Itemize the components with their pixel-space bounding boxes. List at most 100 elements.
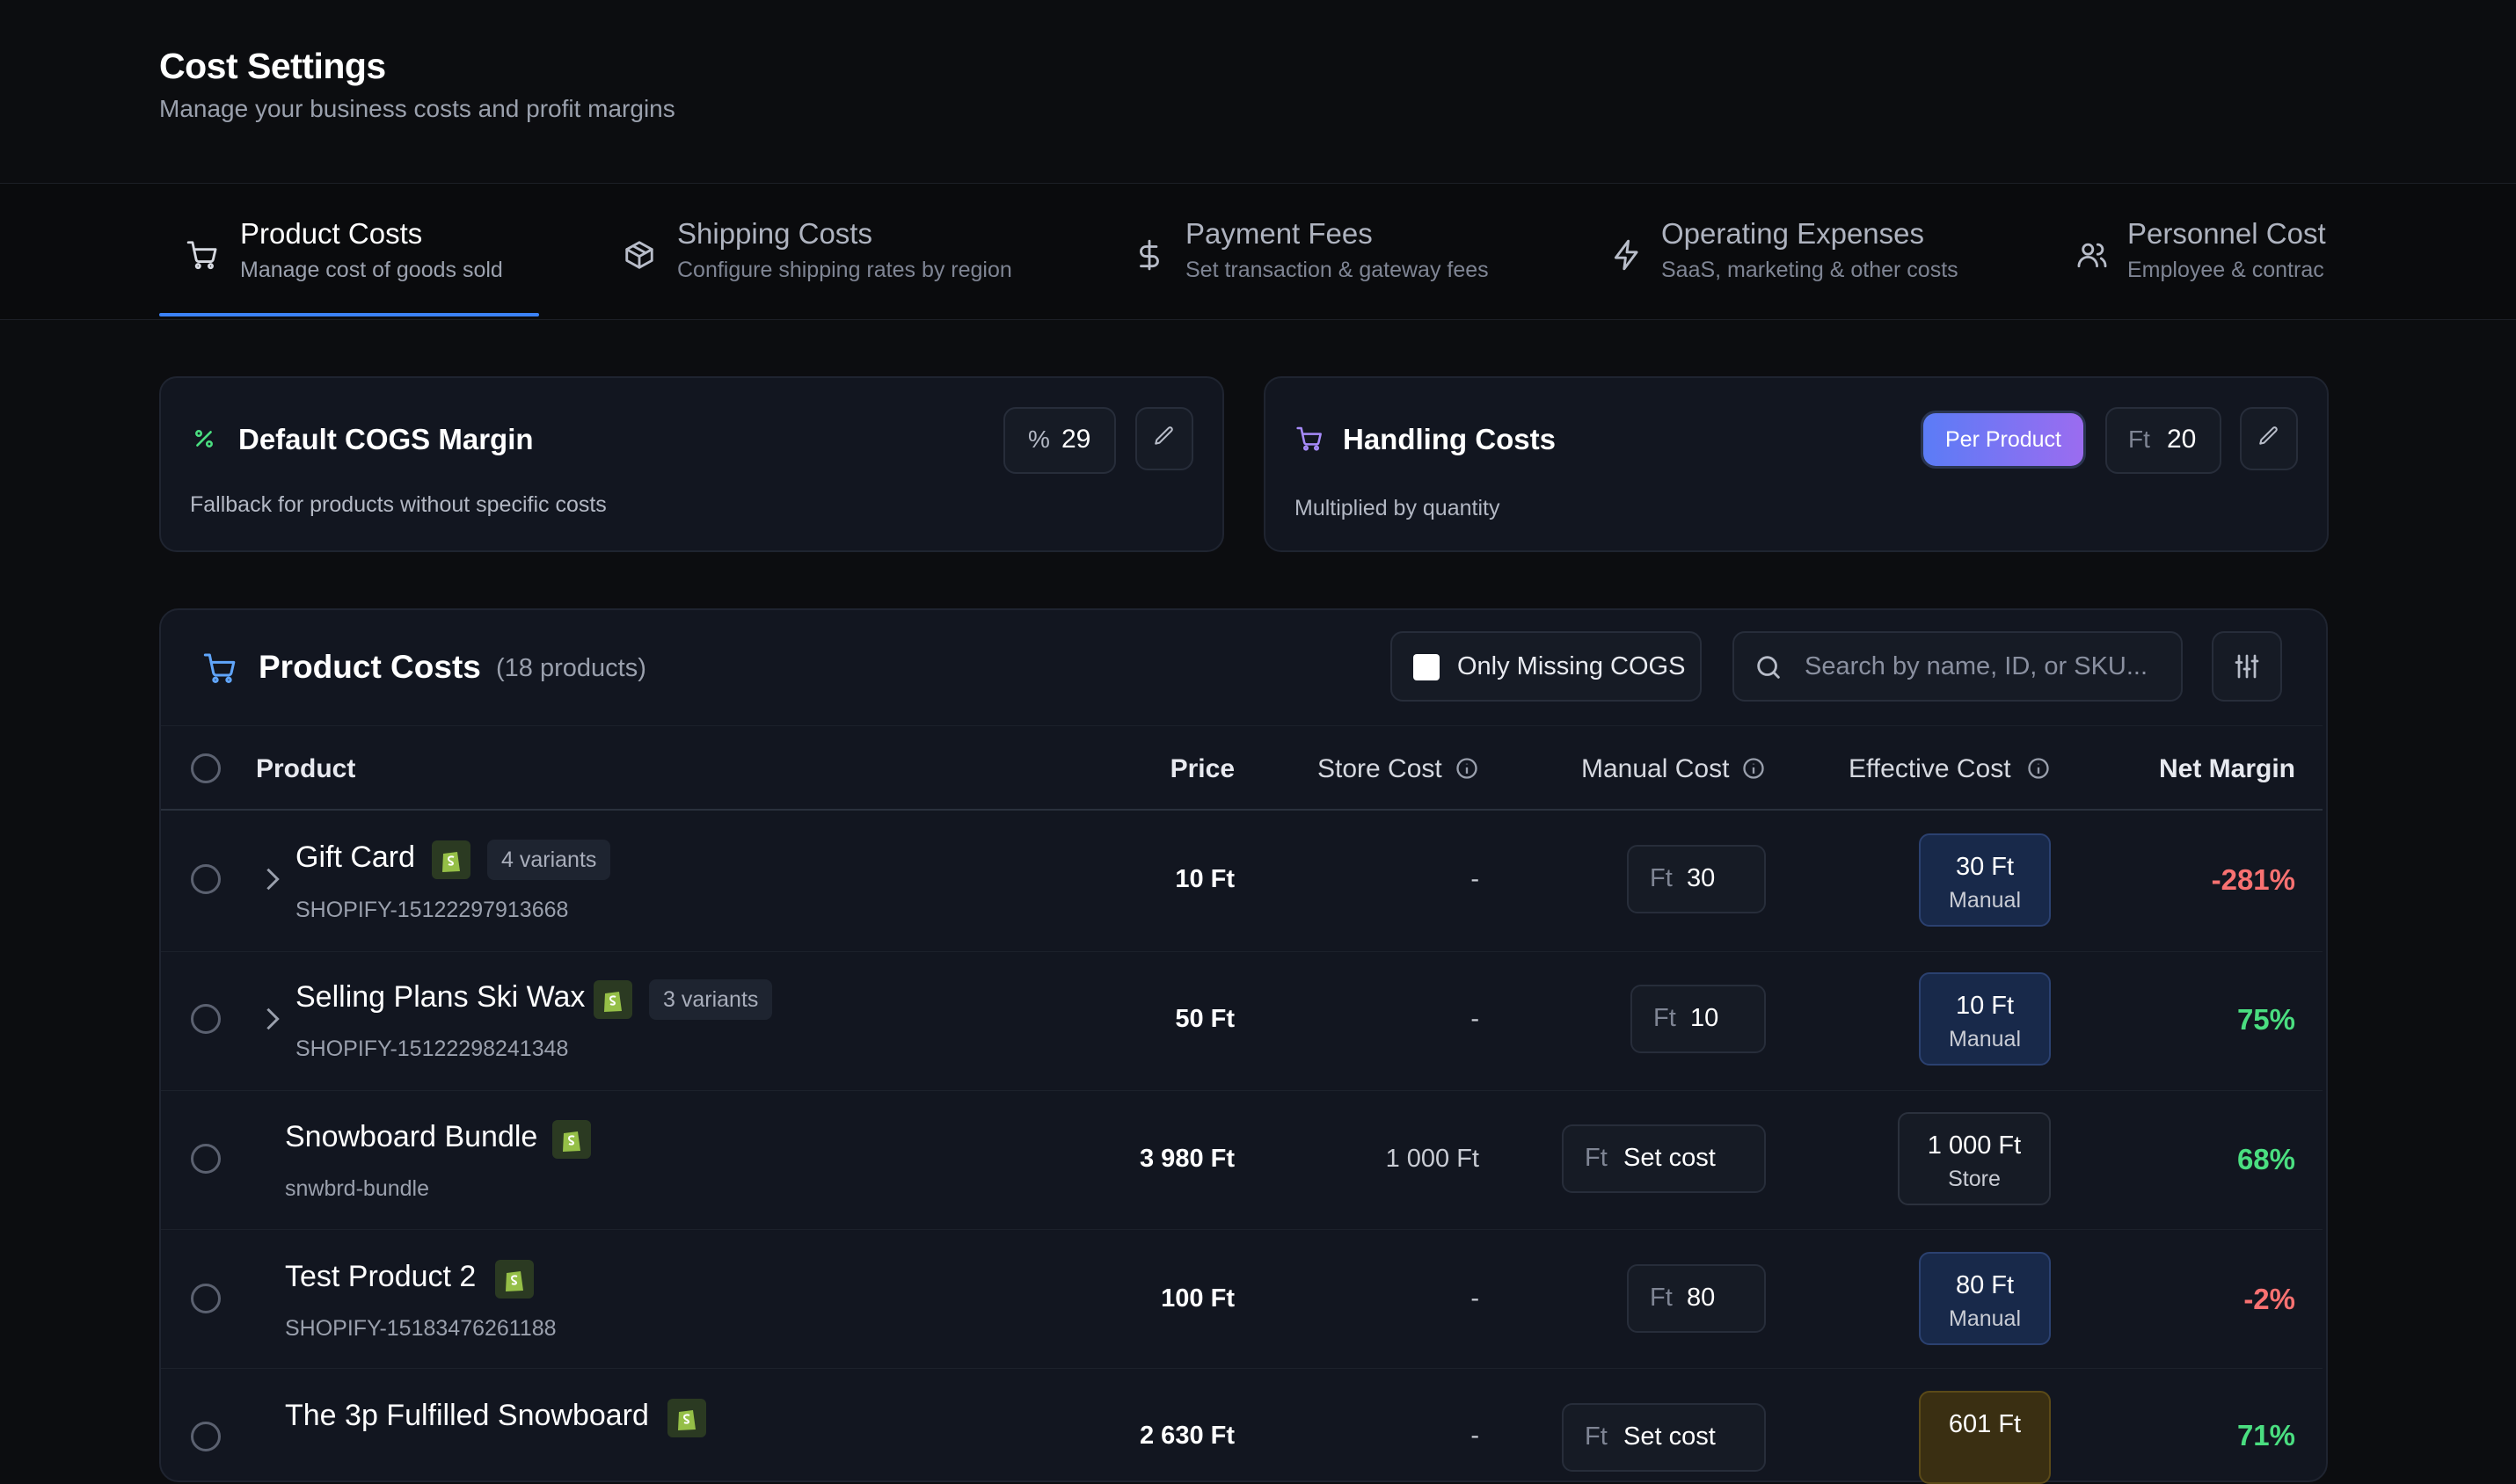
- col-net-margin[interactable]: Net Margin: [2111, 754, 2295, 784]
- shopify-icon: [594, 980, 632, 1019]
- divider: [161, 951, 2323, 952]
- product-sku: snwbrd-bundle: [285, 1176, 429, 1201]
- search-placeholder: Search by name, ID, or SKU...: [1805, 652, 2148, 680]
- effective-cost-source: Store: [1948, 1167, 2001, 1191]
- column-settings-button[interactable]: [2212, 631, 2282, 702]
- row-select-radio[interactable]: [191, 1284, 221, 1313]
- effective-cost-badge: 10 Ft Manual: [1919, 972, 2051, 1066]
- table-title: Product Costs: [259, 649, 481, 685]
- manual-cost-input[interactable]: Ft Set cost: [1562, 1403, 1766, 1472]
- tab-payment-fees[interactable]: Payment Fees Set transaction & gateway f…: [1126, 184, 1513, 319]
- divider: [161, 809, 2323, 811]
- cart-icon: [203, 653, 236, 684]
- product-count: (18 products): [496, 654, 646, 682]
- manual-cost-input[interactable]: Ft 10: [1630, 985, 1766, 1053]
- divider: [161, 1368, 2323, 1369]
- row-select-radio[interactable]: [191, 1144, 221, 1174]
- manual-cost-value: Set cost: [1623, 1144, 1716, 1172]
- tab-description: Employee & contrac: [2127, 258, 2324, 282]
- currency-label: Ft: [1585, 1144, 1608, 1172]
- shopify-icon: [667, 1399, 706, 1437]
- divider: [161, 725, 2323, 726]
- pencil-icon: [2259, 426, 2278, 445]
- info-icon[interactable]: [2026, 756, 2051, 781]
- store-cost-value: -: [1470, 1284, 1479, 1313]
- store-cost-value: -: [1470, 1005, 1479, 1033]
- currency-label: Ft: [1650, 1284, 1673, 1312]
- shopify-icon: [552, 1120, 591, 1159]
- net-margin-value: -2%: [2243, 1283, 2295, 1315]
- manual-cost-input[interactable]: Ft 80: [1627, 1264, 1766, 1333]
- tab-label: Personnel Cost: [2127, 217, 2326, 250]
- col-price[interactable]: Price: [1143, 754, 1235, 784]
- edit-cogs-button[interactable]: [1135, 407, 1193, 470]
- select-all-radio[interactable]: [191, 753, 221, 783]
- tab-shipping-costs[interactable]: Shipping Costs Configure shipping rates …: [616, 184, 1038, 319]
- currency-label: Ft: [1653, 1004, 1676, 1032]
- manual-cost-input[interactable]: Ft 30: [1627, 845, 1766, 913]
- col-store-cost[interactable]: Store Cost: [1317, 754, 1442, 784]
- store-cost-value: -: [1470, 865, 1479, 893]
- divider: [161, 1090, 2323, 1091]
- product-sku: SHOPIFY-15122297913668: [295, 898, 569, 922]
- row-select-radio[interactable]: [191, 864, 221, 894]
- net-margin-value: 71%: [2236, 1419, 2295, 1451]
- product-sku: SHOPIFY-15183476261188: [285, 1316, 557, 1341]
- card-title: Default COGS Margin: [238, 423, 534, 455]
- value-label: 20: [2167, 425, 2197, 454]
- net-margin-value: 75%: [2236, 1003, 2295, 1036]
- tab-description: Set transaction & gateway fees: [1185, 258, 1489, 282]
- col-product[interactable]: Product: [256, 754, 355, 784]
- effective-cost-source: Manual: [1949, 1027, 2021, 1051]
- tab-bar: Product Costs Manage cost of goods sold …: [0, 183, 2516, 320]
- tab-description: SaaS, marketing & other costs: [1661, 258, 1958, 282]
- tab-operating-expenses[interactable]: Operating Expenses SaaS, marketing & oth…: [1603, 184, 1990, 319]
- product-name: The 3p Fulfilled Snowboard: [285, 1399, 649, 1432]
- effective-cost-value: 601 Ft: [1948, 1410, 2022, 1438]
- effective-cost-value: 1 000 Ft: [1927, 1131, 2022, 1160]
- only-missing-cogs-filter[interactable]: Only Missing COGS: [1390, 631, 1702, 702]
- variants-badge[interactable]: 3 variants: [649, 979, 773, 1020]
- chevron-right-icon[interactable]: [264, 1006, 281, 1032]
- effective-cost-value: 30 Ft: [1955, 853, 2015, 881]
- tab-label: Product Costs: [240, 217, 423, 250]
- checkbox[interactable]: [1413, 654, 1440, 680]
- handling-costs-card: Handling Costs Multiplied by quantity Pe…: [1264, 376, 2329, 552]
- cogs-margin-value: % 29: [1003, 407, 1116, 474]
- edit-handling-button[interactable]: [2240, 407, 2298, 470]
- manual-cost-input[interactable]: Ft Set cost: [1562, 1124, 1766, 1193]
- col-manual-cost[interactable]: Manual Cost: [1581, 754, 1729, 784]
- row-select-radio[interactable]: [191, 1422, 221, 1451]
- package-icon: [625, 241, 653, 269]
- product-name: Test Product 2: [285, 1260, 477, 1293]
- price-value: 2 630 Ft: [1140, 1422, 1235, 1450]
- variants-badge[interactable]: 4 variants: [487, 840, 611, 880]
- shopify-icon: [432, 840, 470, 879]
- product-name: Snowboard Bundle: [285, 1120, 538, 1153]
- page-subtitle: Manage your business costs and profit ma…: [159, 95, 675, 122]
- card-description: Multiplied by quantity: [1294, 496, 1500, 520]
- search-input[interactable]: Search by name, ID, or SKU...: [1732, 631, 2183, 702]
- product-name: Selling Plans Ski Wax: [295, 980, 586, 1014]
- percent-icon: [195, 430, 213, 447]
- default-cogs-card: Default COGS Margin Fallback for product…: [159, 376, 1224, 552]
- pencil-icon: [1155, 426, 1173, 445]
- dollar-icon: [1140, 239, 1159, 271]
- per-product-toggle[interactable]: Per Product: [1923, 413, 2083, 466]
- col-effective-cost[interactable]: Effective Cost: [1849, 754, 2011, 784]
- effective-cost-badge: 1 000 Ft Store: [1898, 1112, 2051, 1205]
- manual-cost-value: Set cost: [1623, 1422, 1716, 1451]
- active-tab-indicator: [159, 313, 539, 316]
- row-select-radio[interactable]: [191, 1004, 221, 1034]
- info-icon[interactable]: [1455, 756, 1479, 781]
- product-name: Gift Card: [295, 840, 416, 874]
- info-icon[interactable]: [1741, 756, 1766, 781]
- chevron-right-icon[interactable]: [264, 866, 281, 892]
- effective-cost-value: 80 Ft: [1955, 1271, 2015, 1299]
- tab-personnel-costs[interactable]: Personnel Cost Employee & contrac: [2068, 184, 2327, 319]
- manual-cost-value: 10: [1690, 1004, 1719, 1032]
- price-value: 10 Ft: [1175, 865, 1235, 893]
- unit-label: %: [1028, 426, 1050, 453]
- effective-cost-value: 10 Ft: [1955, 992, 2015, 1020]
- tab-product-costs[interactable]: Product Costs Manage cost of goods sold: [159, 184, 539, 319]
